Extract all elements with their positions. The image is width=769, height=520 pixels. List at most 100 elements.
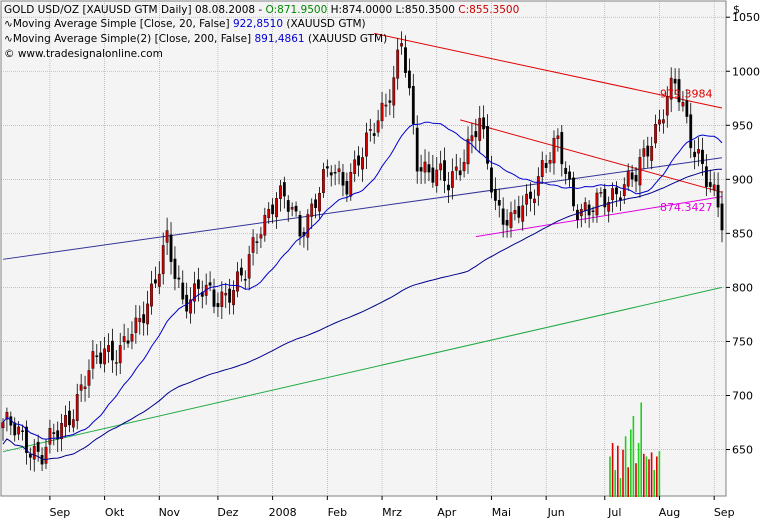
y-tick-label: 850 xyxy=(732,227,753,240)
candle-body xyxy=(99,352,103,364)
candle-body xyxy=(423,161,427,173)
candle-body xyxy=(239,267,243,276)
candle-body xyxy=(83,386,87,389)
candle-body xyxy=(404,47,407,73)
candle-body xyxy=(134,317,138,333)
candle-body xyxy=(454,166,458,171)
candle-body xyxy=(529,191,532,199)
candle-body xyxy=(161,245,165,275)
candle-body xyxy=(71,419,75,428)
candle-body xyxy=(75,394,79,421)
candle-body xyxy=(310,203,314,217)
candle-body xyxy=(28,454,32,458)
legend-line-2: ∿Moving Average Simple [Close, 20, False… xyxy=(4,18,366,30)
candle-body xyxy=(509,212,513,228)
candle-body xyxy=(103,348,106,365)
candle-body xyxy=(181,282,185,300)
candle-body xyxy=(638,157,642,186)
candle-body xyxy=(232,290,235,306)
candle-body xyxy=(212,289,216,307)
indicator-icon: ∿ xyxy=(4,18,13,30)
candle-body xyxy=(431,167,435,183)
candle-body xyxy=(298,214,302,237)
candle-body xyxy=(361,157,364,170)
x-tick-label: Nov xyxy=(159,506,181,519)
candle-body xyxy=(419,167,423,172)
ma20-suffix: (XAUUSD GTM) xyxy=(283,18,366,30)
x-tick-label: Dez xyxy=(217,506,238,519)
candle-body xyxy=(365,132,368,157)
candle-body xyxy=(146,303,149,325)
candle-body xyxy=(130,334,134,342)
candle-body xyxy=(118,345,122,364)
candle-body xyxy=(290,207,294,210)
x-tick-label: Sep xyxy=(714,506,735,519)
candle-body xyxy=(619,197,622,201)
candle-body xyxy=(411,86,415,125)
candle-body xyxy=(681,102,685,107)
candle-body xyxy=(708,182,712,187)
candle-body xyxy=(626,170,630,187)
candle-body xyxy=(333,172,337,174)
candle-body xyxy=(650,146,654,161)
candle-body xyxy=(576,209,579,220)
candle-body xyxy=(400,43,403,47)
candle-body xyxy=(318,193,321,212)
candle-body xyxy=(525,193,529,205)
candle-body xyxy=(654,124,657,144)
candle-body xyxy=(622,184,626,196)
candle-body xyxy=(493,188,497,201)
candle-body xyxy=(392,77,396,106)
candle-body xyxy=(107,345,110,352)
legend-open: O:871.9500 xyxy=(266,4,328,16)
legend-high-low: H:874.0000 L:850.3500 xyxy=(327,4,458,16)
y-tick-label: 750 xyxy=(732,335,753,348)
ma200-suffix: (XAUUSD GTM) xyxy=(305,33,388,45)
candle-body xyxy=(497,200,501,206)
candle-body xyxy=(685,100,689,117)
candle-body xyxy=(536,176,540,196)
legend-instrument: GOLD USD/OZ [XAUUSD GTM Daily] 08.08.200… xyxy=(4,4,266,16)
candle-body xyxy=(435,169,439,186)
candle-body xyxy=(388,100,392,103)
y-tick-label: 800 xyxy=(732,281,753,294)
candle-body xyxy=(150,283,153,307)
candle-body xyxy=(224,293,228,296)
ma20-label: Moving Average Simple [Close, 20, False] xyxy=(13,18,233,30)
candle-body xyxy=(583,202,587,211)
x-tick-label: Mai xyxy=(492,506,511,519)
candle-body xyxy=(337,168,341,172)
candle-body xyxy=(712,184,716,190)
x-tick-label: Aug xyxy=(659,506,680,519)
candle-body xyxy=(138,318,142,323)
candle-body xyxy=(693,151,697,158)
candle-body xyxy=(521,205,525,222)
candle-body xyxy=(196,279,200,289)
candle-body xyxy=(634,174,638,182)
candle-body xyxy=(322,169,325,194)
candle-body xyxy=(353,159,357,174)
candle-body xyxy=(517,206,521,218)
price-chart: 65070075080085090095010001050Sep Okt Nov De… xyxy=(0,0,769,520)
candle-body xyxy=(126,340,130,344)
candle-body xyxy=(275,198,278,218)
candle-body xyxy=(220,291,224,307)
candle-body xyxy=(21,430,24,432)
candle-body xyxy=(329,172,333,176)
candle-body xyxy=(52,432,56,434)
candle-body xyxy=(673,78,677,84)
candle-body xyxy=(439,163,443,171)
candle-body xyxy=(661,119,665,124)
indicator-icon: ∿ xyxy=(4,33,13,45)
candle-body xyxy=(243,279,247,281)
x-tick-label: 2008 xyxy=(269,506,297,519)
candle-body xyxy=(79,384,83,391)
candle-body xyxy=(568,171,572,180)
candle-body xyxy=(611,188,614,200)
x-tick-label: Okt xyxy=(105,506,125,519)
x-tick-label: Jun xyxy=(547,506,565,519)
candle-body xyxy=(208,282,212,286)
candle-body xyxy=(720,203,724,231)
copyright-text: © www.tradesignalonline.com xyxy=(4,48,163,60)
candle-body xyxy=(470,135,474,142)
